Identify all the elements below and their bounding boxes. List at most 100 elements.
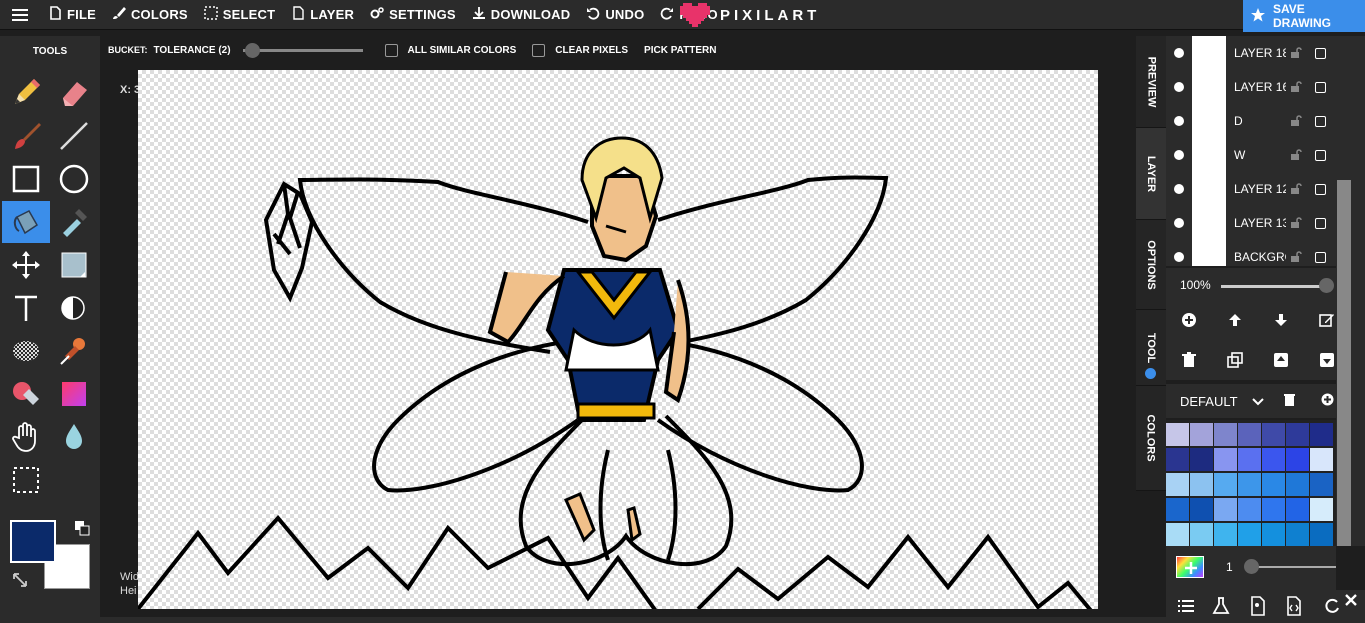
layer-row[interactable]: LAYER 18 bbox=[1166, 36, 1336, 70]
layer-select-checkbox[interactable] bbox=[1306, 115, 1334, 127]
palette-swatch[interactable] bbox=[1286, 523, 1309, 546]
palette-name-dropdown[interactable]: DEFAULT bbox=[1180, 394, 1238, 409]
brush-size-slider[interactable] bbox=[1246, 566, 1336, 568]
layer-select-checkbox[interactable] bbox=[1306, 251, 1334, 263]
add-palette-icon[interactable] bbox=[1321, 393, 1334, 409]
swap-colors-icon[interactable] bbox=[74, 520, 90, 536]
line-tool[interactable] bbox=[50, 115, 98, 157]
scrollbar-thumb[interactable] bbox=[1337, 180, 1351, 546]
palette-swatch[interactable] bbox=[1310, 523, 1333, 546]
stamp-tool[interactable] bbox=[50, 330, 98, 372]
move-tool[interactable] bbox=[2, 244, 50, 286]
palette-swatch[interactable] bbox=[1190, 473, 1213, 496]
selection-tool[interactable] bbox=[2, 459, 50, 501]
layer-row[interactable]: D bbox=[1166, 104, 1336, 138]
palette-swatch[interactable] bbox=[1310, 498, 1333, 521]
layer-visibility-toggle[interactable] bbox=[1166, 116, 1192, 126]
layer-select-checkbox[interactable] bbox=[1306, 47, 1334, 59]
circle-tool[interactable] bbox=[50, 158, 98, 200]
menu-select[interactable]: SELECT bbox=[196, 0, 283, 30]
layer-visibility-toggle[interactable] bbox=[1166, 218, 1192, 228]
list-icon[interactable] bbox=[1176, 596, 1196, 616]
file-code-icon[interactable] bbox=[1284, 596, 1304, 616]
palette-swatch[interactable] bbox=[1262, 423, 1285, 446]
file-image-icon[interactable] bbox=[1248, 596, 1268, 616]
menu-layer[interactable]: LAYER bbox=[283, 0, 362, 30]
tolerance-slider-knob[interactable] bbox=[244, 42, 260, 58]
palette-swatch[interactable] bbox=[1190, 448, 1213, 471]
layer-select-checkbox[interactable] bbox=[1306, 81, 1334, 93]
tolerance-slider[interactable] bbox=[242, 42, 363, 58]
blur-tool[interactable] bbox=[50, 416, 98, 458]
fill-rect-tool[interactable] bbox=[50, 244, 98, 286]
lock-icon[interactable] bbox=[1286, 183, 1306, 195]
palette-swatch[interactable] bbox=[1310, 473, 1333, 496]
edit-layer-icon[interactable] bbox=[1315, 308, 1339, 332]
hamburger-menu-icon[interactable] bbox=[0, 0, 40, 30]
palette-swatch[interactable] bbox=[1166, 498, 1189, 521]
layer-visibility-toggle[interactable] bbox=[1166, 252, 1192, 262]
palette-swatch[interactable] bbox=[1166, 423, 1189, 446]
menu-undo[interactable]: UNDO bbox=[578, 0, 652, 30]
pixilart-logo[interactable]: PIXILART bbox=[680, 0, 820, 30]
brush-size-knob[interactable] bbox=[1244, 559, 1259, 574]
brush-tool[interactable] bbox=[2, 115, 50, 157]
palette-swatch[interactable] bbox=[1238, 498, 1261, 521]
palette-swatch[interactable] bbox=[1190, 498, 1213, 521]
palette-swatch[interactable] bbox=[1238, 423, 1261, 446]
flask-icon[interactable] bbox=[1211, 596, 1231, 616]
palette-swatch[interactable] bbox=[1238, 523, 1261, 546]
move-layer-up-icon[interactable] bbox=[1223, 308, 1247, 332]
lock-icon[interactable] bbox=[1286, 149, 1306, 161]
menu-download[interactable]: DOWNLOAD bbox=[464, 0, 579, 30]
color-picker-button[interactable] bbox=[1176, 556, 1204, 578]
palette-swatch[interactable] bbox=[1166, 448, 1189, 471]
menu-file[interactable]: FILE bbox=[40, 0, 104, 30]
palette-swatch[interactable] bbox=[1310, 448, 1333, 471]
tab-preview[interactable]: PREVIEW bbox=[1136, 36, 1166, 128]
lock-icon[interactable] bbox=[1286, 81, 1306, 93]
text-tool[interactable] bbox=[2, 287, 50, 329]
merge-down-icon[interactable] bbox=[1315, 348, 1339, 372]
palette-swatch[interactable] bbox=[1238, 473, 1261, 496]
palette-swatch[interactable] bbox=[1310, 423, 1333, 446]
lighten-tool[interactable] bbox=[50, 287, 98, 329]
delete-palette-icon[interactable] bbox=[1283, 393, 1295, 409]
save-drawing-button[interactable]: SAVE DRAWING bbox=[1243, 0, 1365, 32]
layer-row[interactable]: LAYER 16 bbox=[1166, 70, 1336, 104]
lock-icon[interactable] bbox=[1286, 115, 1306, 127]
lock-icon[interactable] bbox=[1286, 251, 1306, 263]
palette-swatch[interactable] bbox=[1262, 448, 1285, 471]
lock-icon[interactable] bbox=[1286, 217, 1306, 229]
layer-opacity-knob[interactable] bbox=[1319, 278, 1334, 293]
menu-colors[interactable]: COLORS bbox=[104, 0, 196, 30]
move-layer-down-icon[interactable] bbox=[1269, 308, 1293, 332]
palette-swatch[interactable] bbox=[1214, 473, 1237, 496]
palette-swatch[interactable] bbox=[1286, 498, 1309, 521]
layer-row[interactable]: BACKGROUND bbox=[1166, 240, 1336, 266]
palette-swatch[interactable] bbox=[1286, 448, 1309, 471]
palette-swatch[interactable] bbox=[1286, 473, 1309, 496]
layer-row[interactable]: W bbox=[1166, 138, 1336, 172]
merge-up-icon[interactable] bbox=[1269, 348, 1293, 372]
pencil-tool[interactable] bbox=[2, 72, 50, 114]
layer-visibility-toggle[interactable] bbox=[1166, 82, 1192, 92]
palette-swatch[interactable] bbox=[1262, 523, 1285, 546]
layer-row[interactable]: LAYER 12 bbox=[1166, 172, 1336, 206]
palette-swatch[interactable] bbox=[1190, 523, 1213, 546]
layer-visibility-toggle[interactable] bbox=[1166, 150, 1192, 160]
layer-visibility-toggle[interactable] bbox=[1166, 48, 1192, 58]
gradient-tool[interactable] bbox=[50, 373, 98, 415]
duplicate-layer-icon[interactable] bbox=[1223, 348, 1247, 372]
drawing-canvas[interactable] bbox=[138, 70, 1098, 609]
layer-row[interactable]: LAYER 13 bbox=[1166, 206, 1336, 240]
palette-swatch[interactable] bbox=[1214, 523, 1237, 546]
pick-pattern-button[interactable]: PICK PATTERN bbox=[644, 45, 716, 56]
bucket-tool[interactable] bbox=[2, 201, 50, 243]
all-similar-colors-checkbox[interactable] bbox=[384, 43, 398, 57]
eyedropper-tool[interactable] bbox=[50, 201, 98, 243]
close-icon[interactable] bbox=[1336, 590, 1365, 610]
palette-swatch[interactable] bbox=[1286, 423, 1309, 446]
lock-icon[interactable] bbox=[1286, 47, 1306, 59]
tab-layer[interactable]: LAYER bbox=[1136, 128, 1166, 220]
